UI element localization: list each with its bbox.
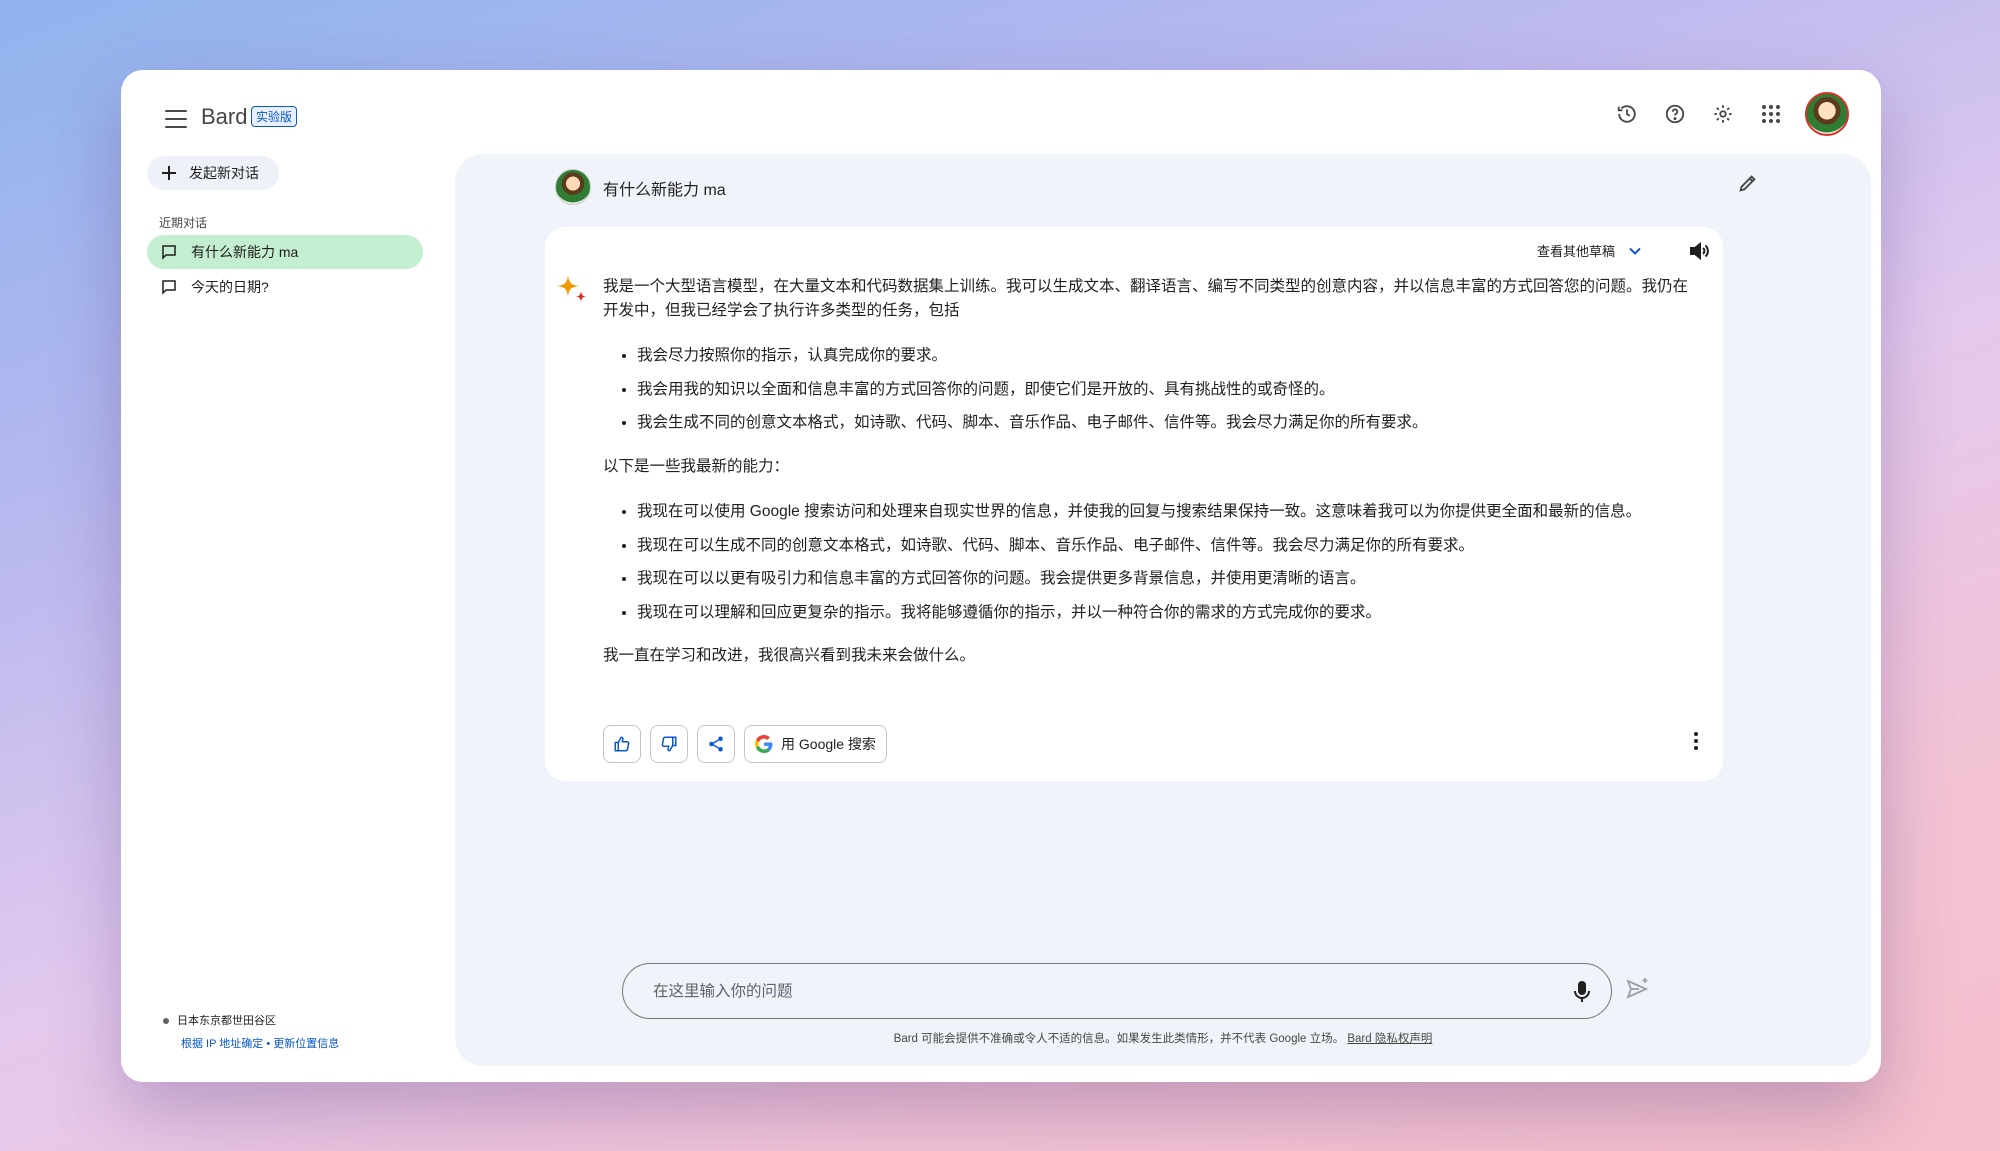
- header-actions: [1613, 92, 1849, 136]
- history-icon[interactable]: [1613, 100, 1641, 128]
- disclaimer-text: Bard 可能会提供不准确或令人不适的信息。如果发生此类情形，并不代表 Goog…: [893, 1033, 1345, 1045]
- google-search-button[interactable]: 用 Google 搜索: [744, 725, 887, 763]
- apps-icon[interactable]: [1757, 100, 1785, 128]
- chevron-down-icon: [1629, 247, 1641, 255]
- list-item: 我现在可以以更有吸引力和信息丰富的方式回答你的问题。我会提供更多背景信息，并使用…: [637, 567, 1693, 591]
- location-links: 根据 IP 地址确定 • 更新位置信息: [181, 1035, 339, 1051]
- response-actions: 用 Google 搜索: [603, 725, 887, 763]
- new-chat-label: 发起新对话: [189, 165, 259, 181]
- google-search-label: 用 Google 搜索: [781, 736, 876, 752]
- speaker-icon[interactable]: [1687, 239, 1711, 268]
- browser-window: Bard 实验版 发起新对话 近期对话 有什么新能力 ma 今天的日期? 日本东…: [121, 70, 1881, 1082]
- drafts-label: 查看其他草稿: [1536, 244, 1615, 259]
- location-info: 日本东京都世田谷区: [163, 1012, 276, 1028]
- send-icon[interactable]: [1625, 976, 1651, 1007]
- location-text: 日本东京都世田谷区: [177, 1015, 276, 1027]
- list-item: 我会用我的知识以全面和信息丰富的方式回答你的问题，即使它们是开放的、具有挑战性的…: [637, 378, 1693, 402]
- chat-panel: 有什么新能力 ma 查看其他草稿 我是一个大型语言模型，在大量文本和代码数据集上…: [455, 154, 1871, 1066]
- microphone-icon[interactable]: [1573, 980, 1591, 1009]
- account-avatar[interactable]: [1805, 92, 1849, 136]
- settings-icon[interactable]: [1709, 100, 1737, 128]
- thumbs-up-icon: [614, 736, 630, 752]
- experiment-badge: 实验版: [251, 106, 298, 127]
- share-button[interactable]: [697, 725, 735, 763]
- sidebar-item-label: 有什么新能力 ma: [191, 244, 299, 260]
- new-ability-list: 我现在可以使用 Google 搜索访问和处理来自现实世界的信息，并使我的回复与搜…: [603, 500, 1693, 624]
- help-icon[interactable]: [1661, 100, 1689, 128]
- list-item: 我会尽力按照你的指示，认真完成你的要求。: [637, 344, 1693, 368]
- user-question: 有什么新能力 ma: [603, 182, 726, 199]
- update-location-link[interactable]: 更新位置信息: [273, 1038, 339, 1050]
- app-title: Bard: [201, 104, 248, 129]
- thumbs-down-icon: [661, 736, 677, 752]
- user-avatar: [555, 169, 591, 205]
- list-item: 我现在可以理解和回应更复杂的指示。我将能够遵循你的指示，并以一种符合你的需求的方…: [637, 601, 1693, 625]
- plus-icon: [162, 166, 176, 180]
- privacy-link[interactable]: Bard 隐私权声明: [1347, 1033, 1432, 1045]
- view-drafts-button[interactable]: 查看其他草稿: [1537, 241, 1643, 260]
- list-item: 我现在可以生成不同的创意文本格式，如诗歌、代码、脚本、音乐作品、电子邮件、信件等…: [637, 534, 1693, 558]
- chat-bubble-icon: [162, 280, 176, 295]
- location-separator: •: [263, 1038, 274, 1050]
- share-icon: [709, 736, 723, 752]
- recent-chats-heading: 近期对话: [159, 216, 208, 230]
- response-text: 我是一个大型语言模型，在大量文本和代码数据集上训练。我可以生成文本、翻译语言、编…: [603, 275, 1693, 668]
- location-source-link[interactable]: 根据 IP 地址确定: [181, 1038, 263, 1050]
- prompt-input-box: [622, 963, 1612, 1020]
- location-dot-icon: [163, 1018, 169, 1025]
- prompt-input[interactable]: [651, 964, 1535, 1020]
- thumbs-up-button[interactable]: [603, 725, 641, 763]
- sidebar-item-chat-1[interactable]: 有什么新能力 ma: [147, 235, 423, 269]
- disclaimer: Bard 可能会提供不准确或令人不适的信息。如果发生此类情形，并不代表 Goog…: [455, 1030, 1871, 1046]
- more-options-icon[interactable]: [1693, 731, 1699, 756]
- edit-icon[interactable]: [1737, 172, 1759, 199]
- response-closing: 我一直在学习和改进，我很高兴看到我未来会做什么。: [603, 647, 976, 664]
- app-root: Bard 实验版 发起新对话 近期对话 有什么新能力 ma 今天的日期? 日本东…: [131, 80, 1871, 1072]
- chat-bubble-icon: [162, 245, 176, 260]
- response-intro: 我是一个大型语言模型，在大量文本和代码数据集上训练。我可以生成文本、翻译语言、编…: [603, 278, 1689, 319]
- bard-sparkle-icon: [555, 273, 589, 312]
- sidebar-item-chat-2[interactable]: 今天的日期?: [147, 270, 423, 304]
- response-card: 查看其他草稿 我是一个大型语言模型，在大量文本和代码数据集上训练。我可以生成文本…: [545, 227, 1723, 781]
- list-item: 我会生成不同的创意文本格式，如诗歌、代码、脚本、音乐作品、电子邮件、信件等。我会…: [637, 411, 1693, 435]
- thumbs-down-button[interactable]: [650, 725, 688, 763]
- google-g-icon: [755, 735, 773, 753]
- menu-icon[interactable]: [165, 110, 187, 128]
- sidebar-item-label: 今天的日期?: [191, 279, 269, 295]
- list-item: 我现在可以使用 Google 搜索访问和处理来自现实世界的信息，并使我的回复与搜…: [637, 500, 1693, 524]
- ability-list: 我会尽力按照你的指示，认真完成你的要求。 我会用我的知识以全面和信息丰富的方式回…: [603, 344, 1693, 435]
- new-chat-button[interactable]: 发起新对话: [147, 156, 279, 190]
- response-middle: 以下是一些我最新的能力：: [603, 457, 790, 475]
